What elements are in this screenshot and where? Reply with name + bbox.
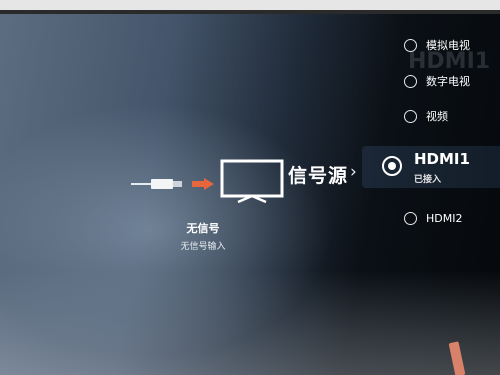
- source-item-label: HDMI1: [414, 150, 470, 168]
- source-title: 信号源: [288, 165, 349, 187]
- tv-bezel: [0, 0, 500, 14]
- source-item-label: 模拟电视: [426, 39, 470, 52]
- source-item-digital-tv[interactable]: 数字电视: [404, 73, 470, 89]
- screen-reflection: [0, 270, 500, 375]
- radio-icon: [404, 109, 417, 123]
- radio-icon: [404, 74, 417, 88]
- source-item-label: 数字电视: [426, 75, 470, 88]
- source-item-hdmi2[interactable]: HDMI2: [404, 212, 462, 225]
- radio-selected-icon: [382, 156, 402, 176]
- source-item-video[interactable]: 视频: [404, 108, 448, 124]
- tv-icon: [220, 159, 284, 204]
- no-signal-title: 无信号: [186, 222, 220, 235]
- tv-screen: HDMI1 信号源 › 无信号 无信号输入 模拟电视 数字电视 视频 HDMI1…: [0, 0, 500, 375]
- no-signal-subtitle: 无信号输入: [180, 242, 226, 252]
- source-item-analog-tv[interactable]: 模拟电视: [404, 37, 470, 53]
- source-item-status: 已接入: [414, 175, 442, 185]
- source-item-label: 视频: [426, 110, 448, 123]
- chevron-right-icon: ›: [350, 162, 357, 182]
- radio-icon: [404, 212, 417, 225]
- arrow-right-icon: [192, 178, 214, 190]
- radio-icon: [404, 38, 417, 52]
- source-item-label: HDMI2: [426, 212, 463, 225]
